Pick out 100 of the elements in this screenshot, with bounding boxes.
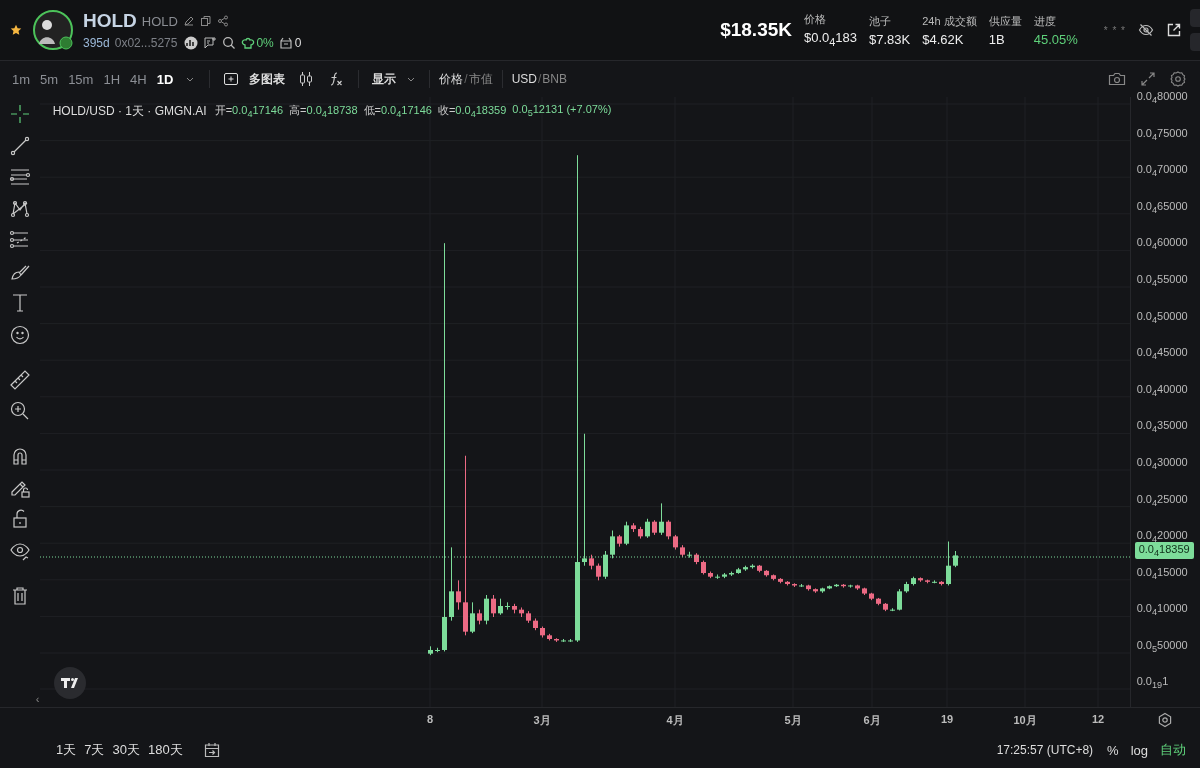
chart-logo-icon[interactable] — [184, 36, 199, 50]
price-label: 0.0$_{4}$45000 — [1136, 346, 1188, 362]
current-price-tag: 0.0$_{4}$18359 — [1134, 542, 1194, 560]
price-change: 0.0$_{5}$12131 (+7.07%) — [512, 103, 612, 120]
hide-icon[interactable] — [1138, 22, 1154, 38]
candles-icon[interactable] — [298, 71, 315, 87]
stat-label: 池子 — [869, 13, 893, 29]
zoom-in-icon[interactable] — [8, 400, 31, 422]
search-icon[interactable] — [222, 36, 237, 50]
price-label: 0.0$_{4}$10000 — [1136, 602, 1188, 618]
price-label: 0.0$_{4}$70000 — [1136, 163, 1188, 179]
price-label: 0.0$_{4}$20000 — [1136, 529, 1188, 545]
add-chart-icon — [223, 71, 240, 87]
price-label: 0.0$_{4}$75000 — [1136, 126, 1188, 142]
time-label: 3月 — [533, 713, 551, 728]
crosshair-icon[interactable] — [8, 103, 31, 125]
price-label: 0.0$_{4}$50000 — [1136, 309, 1188, 325]
stat-value: $4.62K — [922, 31, 965, 47]
range-button[interactable]: 7天 — [80, 739, 109, 761]
ohlc-value: 开=0.0$_{4}$17146 — [214, 103, 284, 120]
scale-toggle[interactable]: log — [1124, 740, 1154, 760]
ruler-icon[interactable] — [8, 368, 31, 391]
stat-label: 价格 — [804, 12, 827, 28]
box-icon — [278, 36, 293, 50]
copy-icon[interactable] — [199, 15, 212, 27]
price-label: 0.0$_{4}$30000 — [1136, 456, 1188, 472]
separator: / — [464, 72, 468, 86]
line-tool-icon[interactable] — [8, 134, 31, 157]
star-icon[interactable] — [10, 24, 22, 36]
fibonacci-icon[interactable] — [8, 229, 31, 251]
function-icon[interactable] — [328, 71, 345, 87]
calendar-icon[interactable] — [202, 741, 221, 759]
value-mode-option[interactable]: 市值 — [467, 68, 494, 90]
holder-percent: 0% — [256, 36, 274, 50]
price-label: 0.0$_{5}$50000 — [1136, 639, 1188, 655]
interval-tab[interactable]: 4H — [126, 69, 151, 89]
ohlc-value: 高=0.0$_{4}$18738 — [289, 103, 358, 120]
price-label: 0.0$_{4}$55000 — [1136, 273, 1188, 289]
range-button[interactable]: 180天 — [143, 739, 187, 761]
tradingview-logo-icon[interactable] — [53, 667, 86, 699]
scroll-left-button[interactable]: ‹ — [33, 693, 42, 705]
price-label: 0.0$_{4}$35000 — [1136, 419, 1188, 435]
fullscreen-icon[interactable] — [1140, 71, 1156, 87]
stat-value: $7.83K — [869, 31, 911, 47]
time-label: 19 — [940, 713, 954, 725]
interval-tab[interactable]: 15m — [64, 69, 98, 89]
interval-tab[interactable]: 5m — [36, 69, 63, 89]
interval-tab[interactable]: 1H — [99, 69, 125, 89]
time-label: 12 — [1091, 713, 1105, 725]
time-label: 8 — [426, 713, 434, 725]
time-label: 4月 — [666, 713, 684, 728]
display-button[interactable]: 显示 — [367, 68, 422, 90]
token-name: HOLD — [83, 10, 137, 32]
time-label: 10月 — [1013, 713, 1037, 728]
token-age: 395d — [83, 36, 110, 50]
price-label: 0.0$_{4}$80000 — [1136, 90, 1188, 106]
price-label: 0.0$_{4}$15000 — [1136, 565, 1188, 581]
price-label: 0.0$_{4}$25000 — [1136, 492, 1188, 508]
masked-value: * * * — [1103, 24, 1126, 36]
external-link-icon[interactable] — [1166, 22, 1182, 38]
settings-icon[interactable] — [1157, 712, 1173, 728]
stat-value: 1B — [988, 31, 1006, 47]
clock: 17:25:57 (UTC+8) — [996, 743, 1094, 757]
range-button[interactable]: 1天 — [52, 739, 81, 761]
value-mode-option[interactable]: 价格 — [438, 68, 465, 90]
settings-icon[interactable] — [1170, 71, 1186, 87]
multi-chart-button[interactable]: 多图表 — [218, 68, 291, 90]
time-label: 5月 — [784, 713, 802, 728]
note-icon[interactable] — [203, 36, 218, 50]
smiley-icon[interactable] — [8, 323, 31, 346]
scale-toggle[interactable]: % — [1101, 740, 1125, 760]
parallel-lines-icon[interactable] — [8, 166, 31, 188]
price-label: 0.0$_{4}$60000 — [1136, 236, 1188, 252]
token-address[interactable]: 0x02...5275 — [114, 36, 178, 50]
stat-label: 供应量 — [988, 13, 1022, 29]
price-label: 0.0$_{4}$40000 — [1136, 382, 1188, 398]
edit-icon[interactable] — [182, 15, 195, 27]
time-label: 6月 — [863, 713, 881, 728]
camera-icon[interactable] — [1108, 71, 1126, 87]
separator: / — [538, 72, 542, 86]
scale-toggle[interactable]: 自动 — [1154, 739, 1192, 761]
price-label: 0.0$_{4}$65000 — [1136, 199, 1188, 215]
stat-label: 24h 成交额 — [922, 13, 977, 29]
chart-title: HOLD/USD · 1天 · GMGN.AI — [52, 103, 207, 120]
currency-option[interactable]: BNB — [541, 70, 568, 88]
chef-hat-icon — [241, 36, 256, 50]
ohlc-value: 收=0.0$_{4}$18359 — [437, 103, 507, 120]
interval-tab[interactable]: 1m — [8, 69, 35, 89]
market-cap: $18.35K — [720, 19, 792, 41]
share-icon[interactable] — [216, 15, 229, 27]
range-button[interactable]: 30天 — [108, 739, 144, 761]
stat-value: $0.0$_{4}$183 — [804, 30, 858, 48]
stat-value: 45.05% — [1033, 31, 1078, 47]
token-ticker: HOLD — [141, 13, 178, 29]
price-label: 0.0$_{19}$1 — [1136, 675, 1169, 691]
interval-tab[interactable]: 1D — [152, 69, 178, 89]
currency-option[interactable]: USD — [510, 70, 538, 88]
stat-label: 进度 — [1033, 13, 1057, 29]
ohlc-value: 低=0.0$_{4}$17146 — [363, 103, 432, 120]
count: 0 — [294, 36, 302, 50]
